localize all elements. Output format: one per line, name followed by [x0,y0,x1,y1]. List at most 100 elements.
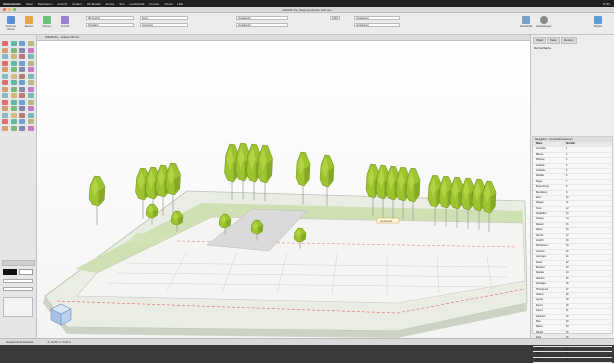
tool-button[interactable] [2,60,8,66]
drawing-area[interactable]: 200226 Vitt_...strasse 149.vwx Objekt-An… [37,35,530,338]
layer-button[interactable]: Konstruk. Ebene [3,15,19,31]
tool-button[interactable] [19,41,25,46]
render-mode-select[interactable]: Schattiert [86,23,134,27]
tool-button[interactable] [10,54,17,59]
tool-button[interactable] [27,93,34,98]
tool-button[interactable] [19,86,25,92]
tool-button[interactable] [27,54,34,59]
tab-render[interactable]: Rendern [560,37,577,44]
tool-button[interactable] [2,119,8,124]
tool-button[interactable] [19,47,25,53]
tool-button[interactable] [10,47,17,53]
tool-button[interactable] [27,99,34,105]
menu-modify[interactable]: Ändern [72,2,82,6]
worksheet-button[interactable]: Arbeitsblatt [518,15,534,28]
layer-row[interactable]: Ende 40 [533,358,612,363]
tool-button[interactable] [10,99,17,105]
tool-button[interactable] [10,125,17,131]
menu-tools[interactable]: Extras [106,2,115,6]
tool-button[interactable] [27,112,34,118]
tool-button[interactable] [27,60,34,66]
pen-style-select[interactable]: Vorgabestil [354,23,400,27]
close-window-button[interactable] [3,8,6,11]
app-menu[interactable]: Vectorworks [3,2,21,6]
fill-color-swatch[interactable] [3,269,17,275]
tool-button[interactable] [27,125,34,131]
layer-select[interactable]: Grundriss [140,23,188,27]
tool-button[interactable] [2,47,8,53]
menu-landscape[interactable]: Landschaft [130,2,145,6]
tab-object[interactable]: Objekt [533,37,547,44]
tool-button[interactable] [10,60,17,66]
tool-button[interactable] [27,47,34,53]
view-mode-select[interactable]: 3D Ansicht [86,16,134,20]
tool-button[interactable] [2,112,8,118]
class-select[interactable]: Keine [140,16,188,20]
fill-style-select[interactable]: Vorgabestil [354,16,400,20]
layer-name: Mobiliar [536,175,545,178]
pen-color-swatch[interactable] [19,269,33,275]
settings-button[interactable]: Einstellungen [536,15,552,28]
tool-button[interactable] [27,106,34,111]
tool-button[interactable] [10,112,17,118]
tool-button[interactable] [10,106,17,111]
menu-file[interactable]: Datei [26,2,33,6]
tool-button[interactable] [10,119,17,124]
tab-data[interactable]: Daten [547,37,560,44]
tool-button[interactable] [2,93,8,98]
opacity-field[interactable] [3,287,33,291]
tool-button[interactable] [10,73,17,79]
tool-button[interactable] [19,60,25,66]
minimize-window-button[interactable] [8,8,11,11]
tool-button[interactable] [2,125,8,131]
tool-button[interactable] [10,80,17,85]
menu-3d-model[interactable]: 3D-Modell [87,2,101,6]
tool-button[interactable] [2,67,8,72]
tool-button[interactable] [27,41,34,46]
tool-button[interactable] [10,41,17,46]
zoom-window-button[interactable] [13,8,16,11]
tool-button[interactable] [10,67,17,72]
tool-button[interactable] [2,41,8,46]
menu-help[interactable]: Hilfe [177,2,183,6]
menu-text[interactable]: Text [119,2,125,6]
tool-button[interactable] [19,112,25,118]
style-select[interactable]: Vorgabestil [236,16,288,20]
tool-button[interactable] [27,73,34,79]
tool-button[interactable] [27,80,34,85]
worksheet-icon [522,16,530,24]
layer-name: Schnitt [536,234,544,237]
tool-button[interactable] [10,93,17,98]
tool-button[interactable] [2,86,8,92]
tool-button[interactable] [19,54,25,59]
tool-button[interactable] [2,80,8,85]
tool-button[interactable] [2,99,8,105]
tool-button[interactable] [19,73,25,79]
tool-button[interactable] [19,93,25,98]
tool-button[interactable] [19,119,25,124]
zoom-field[interactable]: 100% [330,16,340,20]
tool-button[interactable] [19,106,25,111]
tool-button[interactable] [2,54,8,59]
tool-button[interactable] [27,86,34,92]
view-button[interactable]: Ansicht [57,15,73,28]
tool-button[interactable] [19,80,25,85]
line-style-preview [3,297,33,317]
menu-view[interactable]: Ansicht [57,2,67,6]
tool-button[interactable] [2,73,8,79]
classes-button[interactable]: Klassen [39,15,55,28]
menu-cloud[interactable]: Cloud [164,2,172,6]
tool-button[interactable] [2,106,8,111]
menu-window[interactable]: Fenster [149,2,159,6]
tool-button[interactable] [19,67,25,72]
tool-button[interactable] [19,125,25,131]
layers-button[interactable]: Ebenen [21,15,37,28]
objects-button[interactable]: Objekte [590,15,606,28]
attribute-select[interactable]: Vorgabestil [236,23,288,27]
tool-button[interactable] [10,86,17,92]
line-weight-field[interactable] [3,279,33,283]
tool-button[interactable] [27,67,34,72]
menu-edit[interactable]: Bearbeiten [38,2,53,6]
tool-button[interactable] [19,99,25,105]
tool-button[interactable] [27,119,34,124]
